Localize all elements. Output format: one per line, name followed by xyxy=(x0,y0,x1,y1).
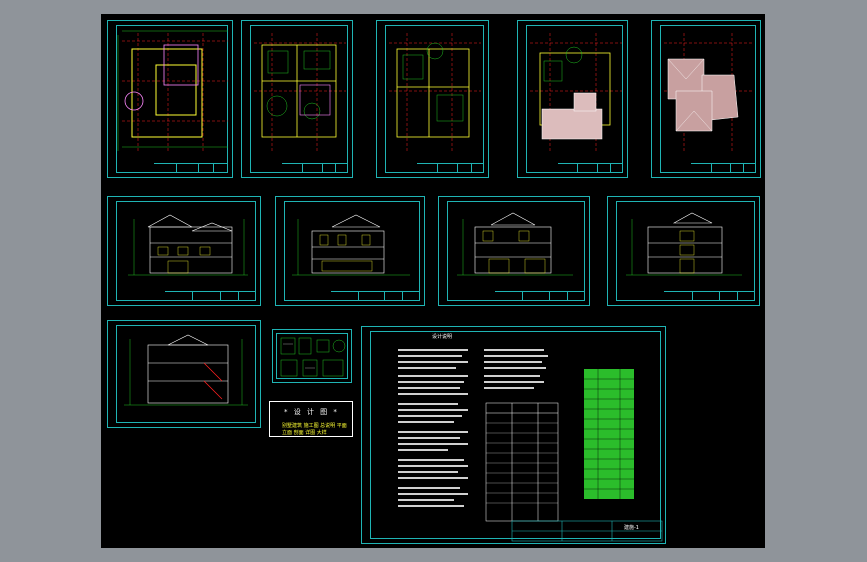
sheet-roof-plan[interactable] xyxy=(651,20,761,178)
plan-drawing xyxy=(664,33,754,151)
sheet-floor-plan-2[interactable] xyxy=(241,20,353,178)
sheet-floor-plan-4[interactable] xyxy=(517,20,628,178)
stamp-body: 别墅建筑 施工图 总说明 平面 立面 剖面 详图 大样 xyxy=(282,423,347,436)
sheet-elevation-left[interactable] xyxy=(438,196,590,306)
plan-drawing xyxy=(530,33,622,151)
sheet-section[interactable] xyxy=(107,320,261,428)
plan-drawing xyxy=(254,33,346,151)
notes-text-blocks xyxy=(398,349,663,542)
sheet-details[interactable] xyxy=(272,329,352,383)
sheet-general-notes[interactable]: 设计说明 建施-1 xyxy=(361,326,666,544)
sheet-elevation-front[interactable] xyxy=(107,196,261,306)
stamp-title: * 设 计 图 * xyxy=(284,408,339,416)
plan-drawing xyxy=(117,30,228,151)
sheet-floor-plan-1[interactable] xyxy=(107,20,233,178)
stamp-block[interactable]: * 设 计 图 * 别墅建筑 施工图 总说明 平面 立面 剖面 详图 大样 xyxy=(269,401,353,437)
plan-drawing xyxy=(389,33,481,151)
section-drawing xyxy=(124,334,248,406)
detail-drawing xyxy=(280,337,346,377)
sheet-elevation-right[interactable] xyxy=(607,196,760,306)
cad-model-space[interactable]: * 设 计 图 * 别墅建筑 施工图 总说明 平面 立面 剖面 详图 大样 设计… xyxy=(101,14,765,548)
title-block-label: 建施-1 xyxy=(624,525,639,531)
sheet-floor-plan-3[interactable] xyxy=(376,20,489,178)
sheet-elevation-rear[interactable] xyxy=(275,196,425,306)
